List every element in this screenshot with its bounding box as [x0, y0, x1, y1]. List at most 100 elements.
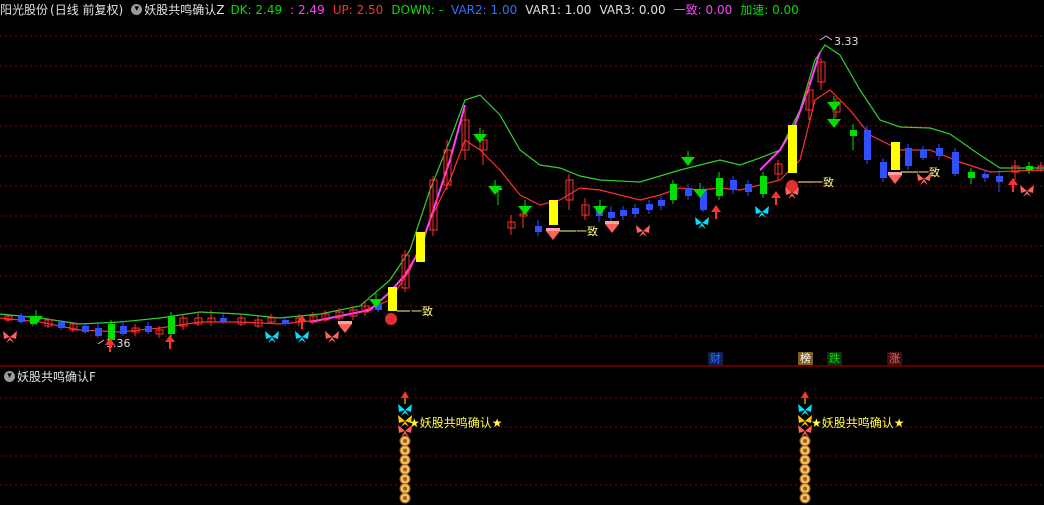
- butterfly-icon: [295, 331, 309, 343]
- main-chart-header: 阳光股份 (日线 前复权) ▾ 妖股共鸣确认Z DK: 2.49: 2.49 UP…: [0, 0, 809, 18]
- candle: [920, 146, 927, 160]
- butterfly-icons: [3, 173, 1034, 343]
- candle: [968, 168, 975, 184]
- arrow-up-icon: [801, 391, 809, 404]
- candle: [850, 124, 857, 150]
- yizhi-label: 一致: [812, 175, 834, 189]
- candle: [194, 312, 203, 326]
- candle: [237, 314, 246, 326]
- candle: [774, 160, 783, 180]
- candle: [745, 180, 752, 196]
- coin-icon: [799, 454, 811, 466]
- candle: [565, 174, 574, 210]
- coin-icon: [799, 464, 811, 475]
- diamond-icon: [338, 321, 352, 333]
- arrow-up-icon: [401, 391, 409, 404]
- indicator-value: VAR3: 0.00: [599, 2, 666, 17]
- candle: [82, 324, 89, 334]
- stock-name[interactable]: 阳光股份: [0, 1, 48, 18]
- kline-chart-area: 3.33 1.36 一致 一致 一致 一致 ★妖股共鸣确认★ ★妖股共鸣确认★: [0, 35, 1044, 504]
- diamond-icon: [888, 172, 902, 184]
- arrow-down-icon: [827, 113, 841, 128]
- upper-band-line: [0, 44, 1044, 325]
- indicator-value: DK: 2.49: [230, 2, 283, 17]
- candle: [120, 322, 127, 336]
- candle: [936, 144, 943, 160]
- diamond-icon: [605, 221, 619, 233]
- candle: [309, 312, 318, 324]
- signal-text-1: ★妖股共鸣确认★: [409, 415, 503, 430]
- coin-icon: [399, 483, 411, 494]
- arrow-down-icon: [593, 200, 607, 215]
- indicator-value: 一致: 0.00: [673, 2, 733, 17]
- badge-bang[interactable]: 榜: [798, 352, 813, 365]
- sub-chart-header: ▾ 妖股共鸣确认F: [0, 367, 98, 385]
- candle: [1011, 160, 1020, 180]
- chevron-down-icon[interactable]: ▾: [131, 3, 143, 15]
- candle: [69, 322, 78, 332]
- indicator-values: DK: 2.49: 2.49 UP: 2.50 DOWN: - VAR2: 1.00 V…: [230, 1, 806, 18]
- candle: [1026, 162, 1033, 174]
- candle: [507, 215, 516, 235]
- butterfly-icon: [3, 331, 17, 343]
- candle: [996, 170, 1003, 192]
- candle: [254, 316, 263, 328]
- candle: [760, 172, 767, 198]
- coin-icon: [799, 435, 811, 447]
- period-label[interactable]: (日线 前复权): [50, 1, 123, 18]
- arrow-down-icon: [518, 200, 532, 215]
- arrow-up-icon: [711, 205, 721, 219]
- candle: [658, 196, 665, 210]
- yizhi-markers: 一致 一致 一致 一致: [397, 165, 940, 318]
- candle: [608, 206, 615, 222]
- badge-cai[interactable]: 财: [708, 352, 723, 365]
- acceleration-line: [309, 104, 466, 323]
- candle: [168, 312, 175, 340]
- sub-indicator-name[interactable]: 妖股共鸣确认F: [17, 368, 96, 385]
- candle: [18, 313, 25, 324]
- arrow-up-icon: [1008, 178, 1018, 192]
- signal-text-2: ★妖股共鸣确认★: [811, 415, 905, 430]
- butterfly-icon: [398, 404, 412, 416]
- candle: [880, 158, 887, 182]
- coin-icon: [399, 435, 411, 447]
- coin-icon: [399, 464, 411, 475]
- candle: [864, 126, 871, 164]
- candle: [581, 198, 590, 220]
- candle: [632, 204, 639, 218]
- candle: [95, 324, 102, 338]
- coin-icon: [399, 473, 411, 485]
- indicator-value: VAR2: 1.00: [451, 2, 518, 17]
- candle: [646, 200, 653, 214]
- diamond-icon: [546, 228, 560, 240]
- candle: [429, 176, 438, 236]
- butterfly-icon: [798, 415, 812, 427]
- coin-icon: [799, 445, 811, 456]
- duo-icon: [385, 313, 397, 325]
- indicator-value: DOWN: -: [391, 2, 444, 17]
- indicator-name[interactable]: 妖股共鸣确认Z: [144, 1, 224, 18]
- indicator-value: UP: 2.50: [332, 2, 384, 17]
- candle: [267, 314, 276, 324]
- arrow-up-icon: [771, 191, 781, 205]
- badge-die[interactable]: 跌: [827, 352, 842, 365]
- candle: [461, 110, 470, 160]
- signal-column-2: [798, 391, 812, 504]
- yizhi-label: 一致: [576, 224, 598, 238]
- candle: [443, 140, 452, 190]
- candle: [179, 314, 188, 330]
- coin-icon: [399, 454, 411, 466]
- arrow-down-icon: [473, 128, 487, 143]
- chevron-down-icon[interactable]: ▾: [4, 370, 15, 382]
- coin-icon: [799, 473, 811, 485]
- arrow-down-icon: [488, 180, 502, 195]
- candle: [535, 220, 542, 236]
- candle: [730, 176, 737, 194]
- candle: [905, 144, 912, 170]
- butterfly-icon: [1020, 185, 1034, 197]
- coin-icon: [399, 445, 411, 456]
- high-price-label: 3.33: [834, 35, 859, 48]
- butterfly-icon: [265, 331, 279, 343]
- candle: [1037, 162, 1044, 172]
- badge-zhang[interactable]: 涨: [887, 352, 902, 365]
